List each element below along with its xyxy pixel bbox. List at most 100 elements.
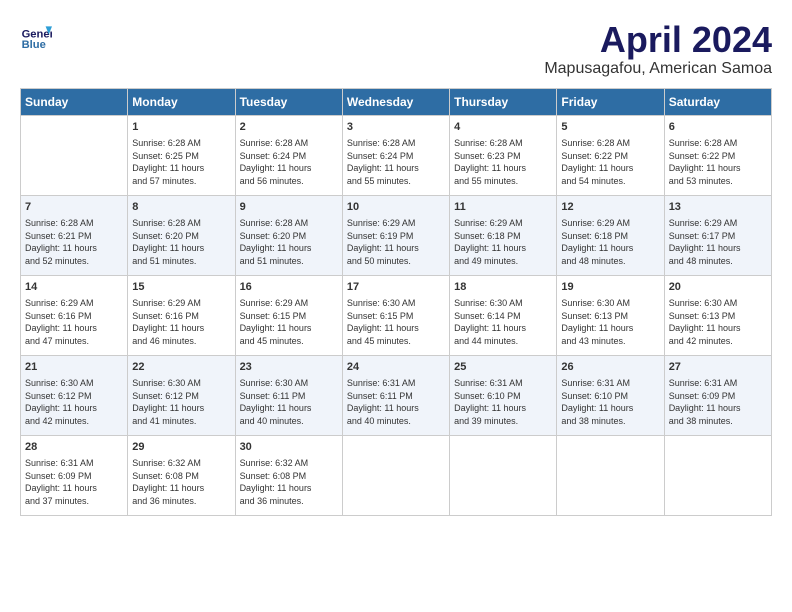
page-header: General Blue April 2024 Mapusagafou, Ame… [20, 20, 772, 78]
day-number: 7 [25, 200, 123, 215]
calendar-cell: 1 Sunrise: 6:28 AM Sunset: 6:25 PM Daylig… [128, 115, 235, 195]
calendar-cell: 16 Sunrise: 6:29 AM Sunset: 6:15 PM Dayli… [235, 275, 342, 355]
day-info: Sunrise: 6:28 AM Sunset: 6:22 PM Dayligh… [669, 137, 767, 187]
day-number: 24 [347, 360, 445, 375]
day-number: 13 [669, 200, 767, 215]
calendar-cell: 3 Sunrise: 6:28 AM Sunset: 6:24 PM Daylig… [342, 115, 449, 195]
day-number: 2 [240, 120, 338, 135]
calendar-cell [342, 435, 449, 515]
weekday-header: Tuesday [235, 88, 342, 115]
day-info: Sunrise: 6:29 AM Sunset: 6:18 PM Dayligh… [454, 217, 552, 267]
day-info: Sunrise: 6:32 AM Sunset: 6:08 PM Dayligh… [132, 457, 230, 507]
calendar-table: SundayMondayTuesdayWednesdayThursdayFrid… [20, 88, 772, 516]
day-info: Sunrise: 6:32 AM Sunset: 6:08 PM Dayligh… [240, 457, 338, 507]
day-info: Sunrise: 6:30 AM Sunset: 6:14 PM Dayligh… [454, 297, 552, 347]
day-number: 14 [25, 280, 123, 295]
calendar-cell: 22 Sunrise: 6:30 AM Sunset: 6:12 PM Dayli… [128, 355, 235, 435]
day-info: Sunrise: 6:31 AM Sunset: 6:09 PM Dayligh… [669, 377, 767, 427]
weekday-header: Wednesday [342, 88, 449, 115]
day-number: 22 [132, 360, 230, 375]
weekday-header: Friday [557, 88, 664, 115]
day-number: 26 [561, 360, 659, 375]
day-number: 16 [240, 280, 338, 295]
day-number: 21 [25, 360, 123, 375]
title-block: April 2024 Mapusagafou, American Samoa [544, 20, 772, 78]
day-number: 1 [132, 120, 230, 135]
day-number: 15 [132, 280, 230, 295]
day-number: 11 [454, 200, 552, 215]
day-number: 29 [132, 440, 230, 455]
day-info: Sunrise: 6:29 AM Sunset: 6:15 PM Dayligh… [240, 297, 338, 347]
calendar-cell: 18 Sunrise: 6:30 AM Sunset: 6:14 PM Dayli… [450, 275, 557, 355]
day-number: 5 [561, 120, 659, 135]
calendar-cell: 20 Sunrise: 6:30 AM Sunset: 6:13 PM Dayli… [664, 275, 771, 355]
day-info: Sunrise: 6:31 AM Sunset: 6:10 PM Dayligh… [561, 377, 659, 427]
calendar-cell: 23Sunrise: 6:30 AM Sunset: 6:11 PM Dayli… [235, 355, 342, 435]
calendar-cell [664, 435, 771, 515]
day-info: Sunrise: 6:30 AM Sunset: 6:13 PM Dayligh… [669, 297, 767, 347]
calendar-cell: 27 Sunrise: 6:31 AM Sunset: 6:09 PM Dayli… [664, 355, 771, 435]
day-number: 28 [25, 440, 123, 455]
day-number: 25 [454, 360, 552, 375]
calendar-cell: 28 Sunrise: 6:31 AM Sunset: 6:09 PM Dayli… [21, 435, 128, 515]
day-number: 6 [669, 120, 767, 135]
day-info: Sunrise: 6:28 AM Sunset: 6:21 PM Dayligh… [25, 217, 123, 267]
day-info: Sunrise: 6:30 AM Sunset: 6:12 PM Dayligh… [25, 377, 123, 427]
calendar-cell: 4 Sunrise: 6:28 AM Sunset: 6:23 PM Daylig… [450, 115, 557, 195]
day-info: Sunrise: 6:28 AM Sunset: 6:24 PM Dayligh… [240, 137, 338, 187]
calendar-cell: 19 Sunrise: 6:30 AM Sunset: 6:13 PM Dayli… [557, 275, 664, 355]
calendar-cell: 10Sunrise: 6:29 AM Sunset: 6:19 PM Dayli… [342, 195, 449, 275]
weekday-header: Thursday [450, 88, 557, 115]
day-info: Sunrise: 6:31 AM Sunset: 6:10 PM Dayligh… [454, 377, 552, 427]
day-info: Sunrise: 6:30 AM Sunset: 6:11 PM Dayligh… [240, 377, 338, 427]
calendar-cell: 14 Sunrise: 6:29 AM Sunset: 6:16 PM Dayli… [21, 275, 128, 355]
logo-icon: General Blue [20, 20, 52, 52]
day-number: 30 [240, 440, 338, 455]
calendar-cell [557, 435, 664, 515]
location-title: Mapusagafou, American Samoa [544, 60, 772, 78]
calendar-cell: 17Sunrise: 6:30 AM Sunset: 6:15 PM Dayli… [342, 275, 449, 355]
calendar-cell: 6 Sunrise: 6:28 AM Sunset: 6:22 PM Daylig… [664, 115, 771, 195]
day-info: Sunrise: 6:29 AM Sunset: 6:19 PM Dayligh… [347, 217, 445, 267]
calendar-cell [450, 435, 557, 515]
day-info: Sunrise: 6:28 AM Sunset: 6:20 PM Dayligh… [240, 217, 338, 267]
day-info: Sunrise: 6:29 AM Sunset: 6:17 PM Dayligh… [669, 217, 767, 267]
svg-text:Blue: Blue [22, 39, 46, 51]
weekday-header: Saturday [664, 88, 771, 115]
calendar-cell: 9Sunrise: 6:28 AM Sunset: 6:20 PM Daylig… [235, 195, 342, 275]
day-number: 20 [669, 280, 767, 295]
weekday-header: Monday [128, 88, 235, 115]
calendar-cell: 25 Sunrise: 6:31 AM Sunset: 6:10 PM Dayli… [450, 355, 557, 435]
day-info: Sunrise: 6:31 AM Sunset: 6:09 PM Dayligh… [25, 457, 123, 507]
day-number: 27 [669, 360, 767, 375]
day-info: Sunrise: 6:30 AM Sunset: 6:15 PM Dayligh… [347, 297, 445, 347]
weekday-header: Sunday [21, 88, 128, 115]
month-title: April 2024 [544, 20, 772, 60]
day-number: 4 [454, 120, 552, 135]
calendar-cell: 24 Sunrise: 6:31 AM Sunset: 6:11 PM Dayli… [342, 355, 449, 435]
day-info: Sunrise: 6:28 AM Sunset: 6:22 PM Dayligh… [561, 137, 659, 187]
calendar-cell: 11 Sunrise: 6:29 AM Sunset: 6:18 PM Dayli… [450, 195, 557, 275]
day-info: Sunrise: 6:28 AM Sunset: 6:23 PM Dayligh… [454, 137, 552, 187]
day-info: Sunrise: 6:31 AM Sunset: 6:11 PM Dayligh… [347, 377, 445, 427]
day-info: Sunrise: 6:28 AM Sunset: 6:24 PM Dayligh… [347, 137, 445, 187]
calendar-cell: 26 Sunrise: 6:31 AM Sunset: 6:10 PM Dayli… [557, 355, 664, 435]
day-number: 12 [561, 200, 659, 215]
calendar-cell: 30 Sunrise: 6:32 AM Sunset: 6:08 PM Dayli… [235, 435, 342, 515]
calendar-cell: 12Sunrise: 6:29 AM Sunset: 6:18 PM Dayli… [557, 195, 664, 275]
calendar-cell: 8Sunrise: 6:28 AM Sunset: 6:20 PM Daylig… [128, 195, 235, 275]
day-info: Sunrise: 6:28 AM Sunset: 6:20 PM Dayligh… [132, 217, 230, 267]
day-info: Sunrise: 6:30 AM Sunset: 6:13 PM Dayligh… [561, 297, 659, 347]
calendar-cell: 5 Sunrise: 6:28 AM Sunset: 6:22 PM Daylig… [557, 115, 664, 195]
calendar-cell: 2 Sunrise: 6:28 AM Sunset: 6:24 PM Daylig… [235, 115, 342, 195]
day-info: Sunrise: 6:29 AM Sunset: 6:16 PM Dayligh… [25, 297, 123, 347]
day-number: 19 [561, 280, 659, 295]
calendar-cell: 29 Sunrise: 6:32 AM Sunset: 6:08 PM Dayli… [128, 435, 235, 515]
day-info: Sunrise: 6:30 AM Sunset: 6:12 PM Dayligh… [132, 377, 230, 427]
calendar-cell: 7 Sunrise: 6:28 AM Sunset: 6:21 PM Daylig… [21, 195, 128, 275]
logo: General Blue [20, 20, 52, 52]
day-info: Sunrise: 6:28 AM Sunset: 6:25 PM Dayligh… [132, 137, 230, 187]
day-info: Sunrise: 6:29 AM Sunset: 6:16 PM Dayligh… [132, 297, 230, 347]
day-number: 3 [347, 120, 445, 135]
day-number: 18 [454, 280, 552, 295]
